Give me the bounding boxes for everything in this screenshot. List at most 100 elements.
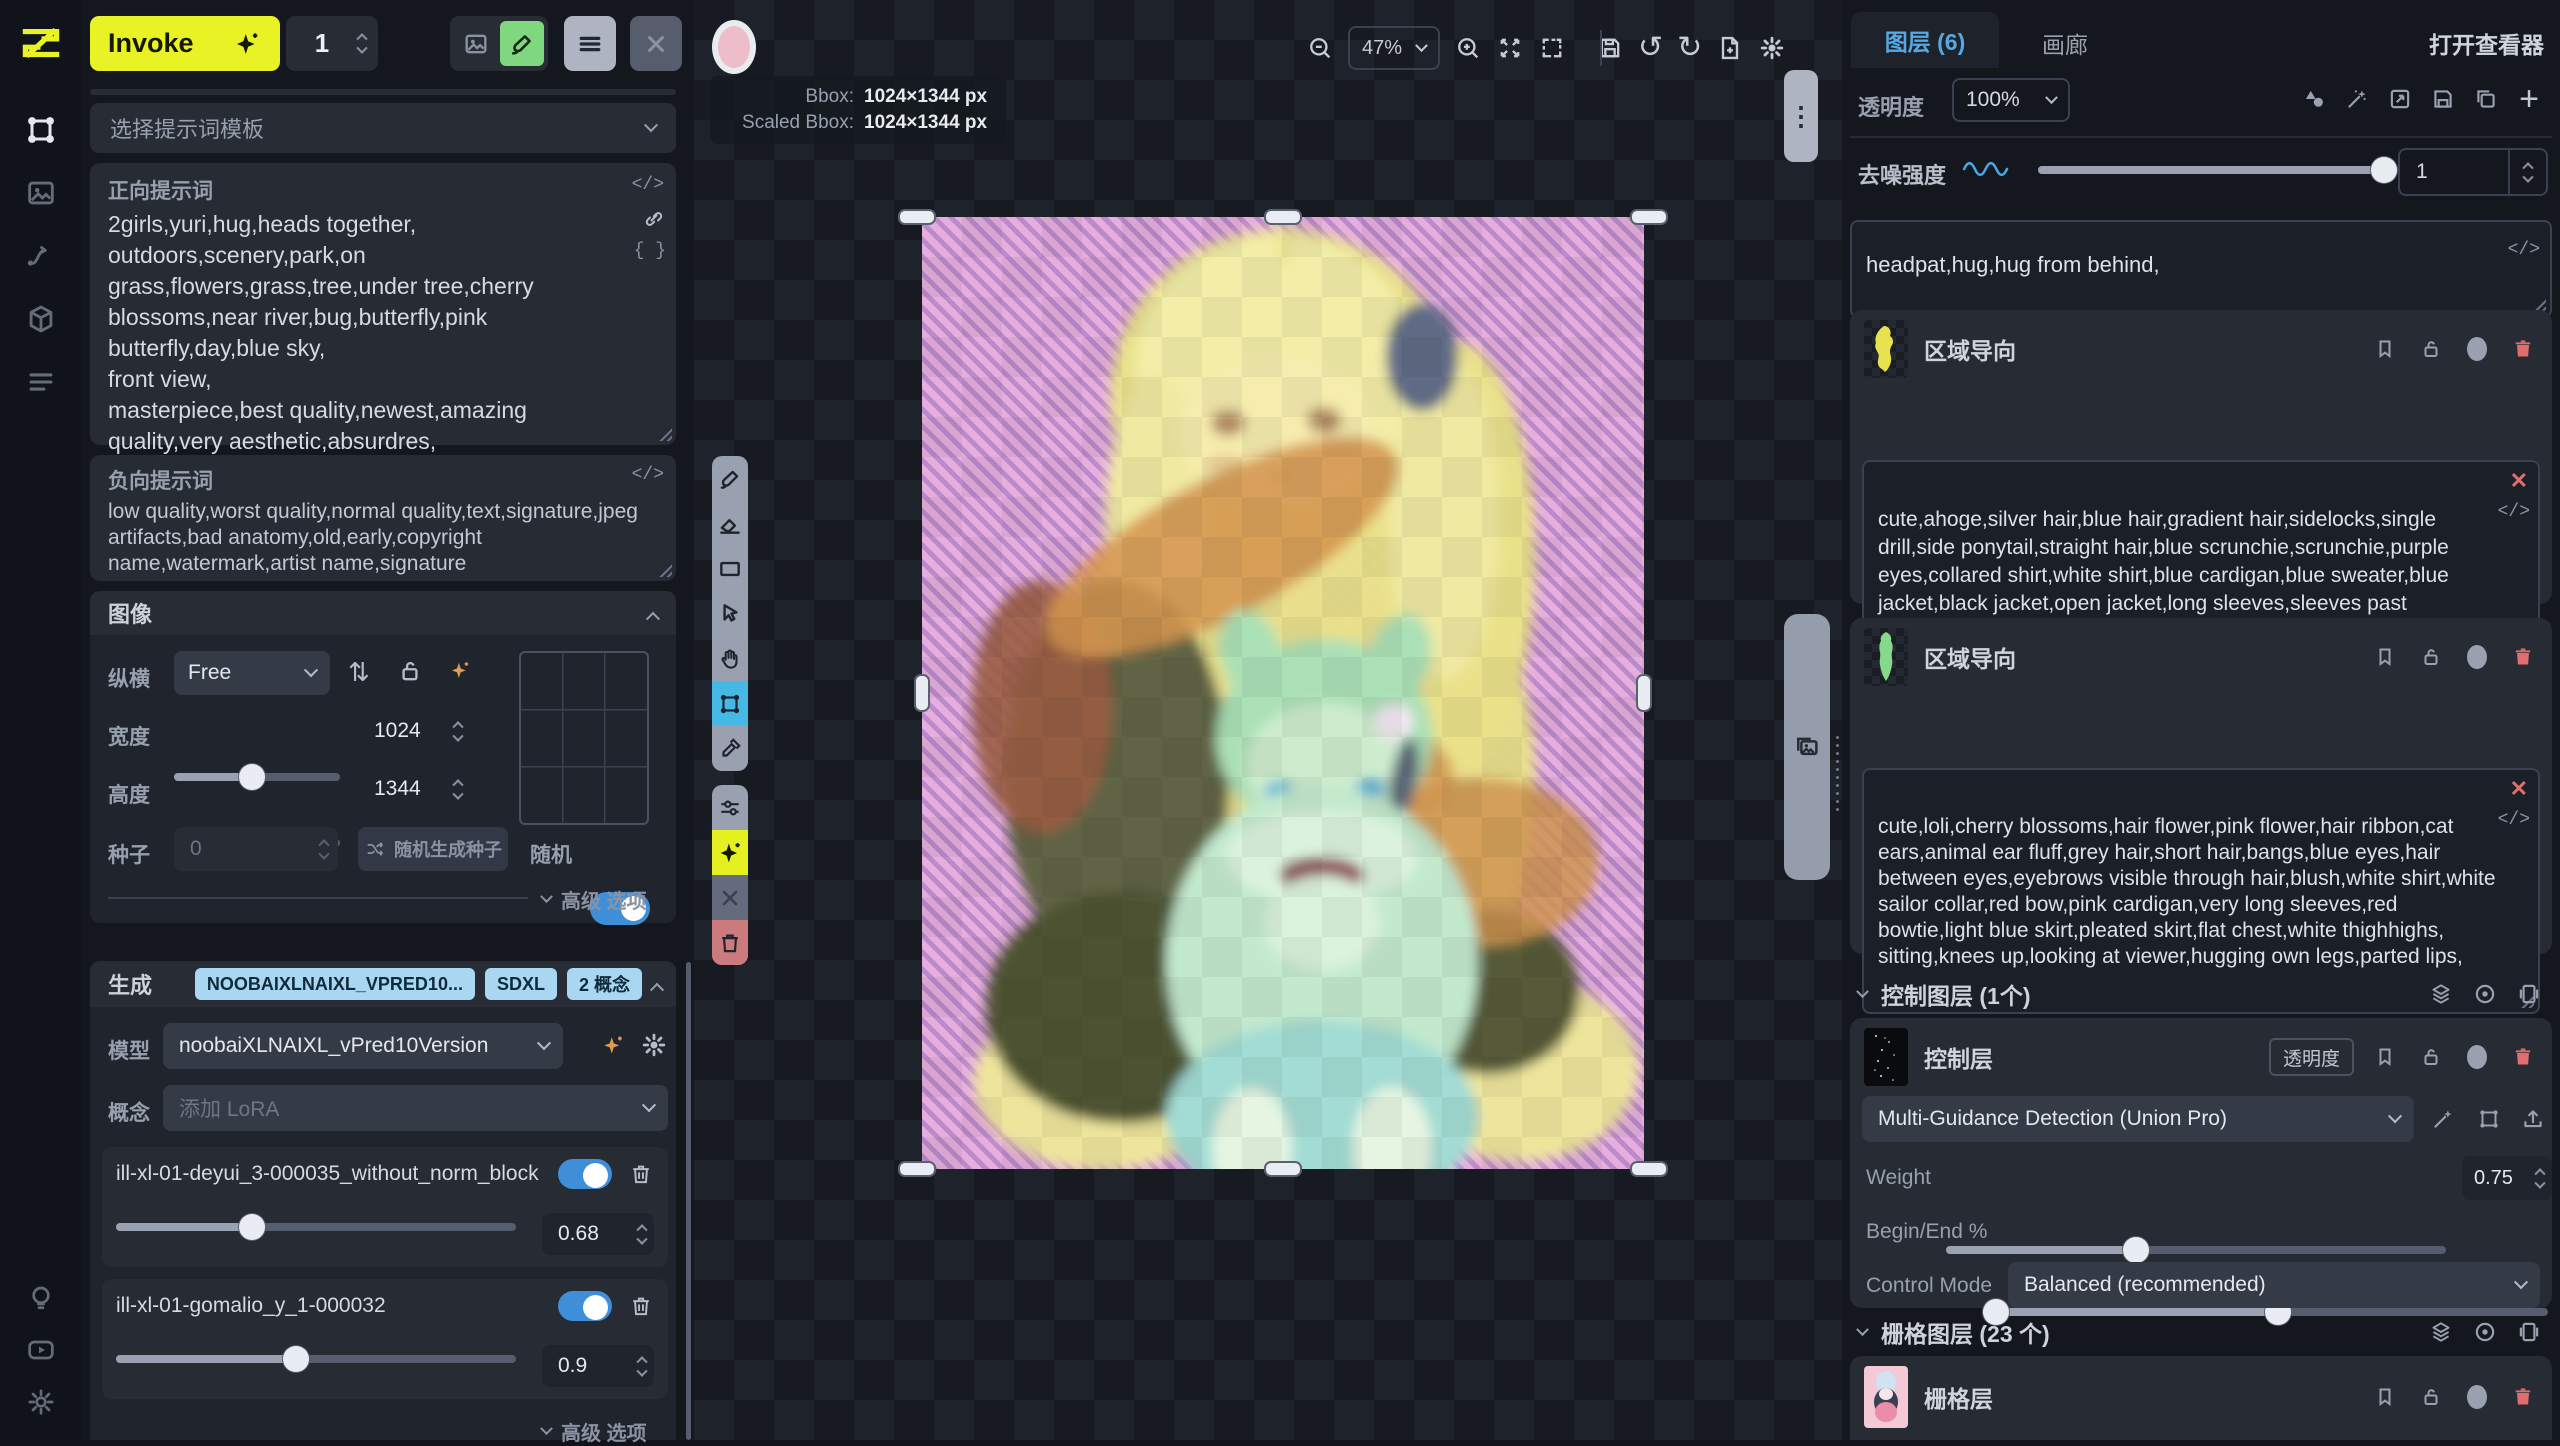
- zoom-in-icon[interactable]: [1454, 34, 1482, 62]
- aspect-select[interactable]: Free: [174, 651, 330, 695]
- resize-layer-icon[interactable]: [2385, 84, 2415, 114]
- queue-count-stepper[interactable]: [358, 32, 366, 55]
- code-icon[interactable]: </>: [632, 465, 664, 485]
- upload-icon[interactable]: [2518, 1104, 2548, 1134]
- delete-button[interactable]: [712, 920, 748, 965]
- image-advanced-options[interactable]: 高级 选项: [542, 885, 647, 914]
- opacity-badge[interactable]: 透明度: [2269, 1038, 2354, 1076]
- lora-select[interactable]: 添加 LoRA: [163, 1085, 668, 1131]
- eraser-tool[interactable]: [712, 501, 748, 546]
- layers-stack-icon[interactable]: [2426, 1317, 2456, 1347]
- bbox-handle-top-right[interactable]: [1630, 209, 1668, 225]
- brush-mode-button[interactable]: [500, 21, 544, 66]
- width-slider[interactable]: [174, 773, 340, 781]
- bookmark-icon[interactable]: [2370, 1382, 2400, 1412]
- layer-opacity-select[interactable]: 100%: [1952, 78, 2070, 122]
- close-panel-button[interactable]: [630, 16, 682, 71]
- raster-layers-header[interactable]: 栅格图层 (23 个): [1858, 1314, 2544, 1350]
- random-seed-button[interactable]: 随机生成种子: [358, 827, 508, 871]
- eye-icon[interactable]: [2470, 1317, 2500, 1347]
- nav-queue-icon[interactable]: [19, 360, 63, 404]
- trash-icon[interactable]: [2508, 642, 2538, 672]
- bbox-handle-top[interactable]: [1264, 209, 1302, 225]
- width-input[interactable]: 1024: [358, 709, 472, 753]
- denoise-stepper[interactable]: [2508, 150, 2546, 194]
- zoom-out-icon[interactable]: [1306, 34, 1334, 62]
- generation-section-header[interactable]: 生成 NOOBAIXLNAIXL_VPRED10... SDXL 2 概念: [90, 961, 676, 1007]
- nav-canvas[interactable]: [19, 108, 63, 152]
- panel-frame-icon[interactable]: [2514, 979, 2544, 1009]
- fit-view-icon[interactable]: [1496, 34, 1524, 62]
- opacity-blob-icon[interactable]: [2462, 334, 2492, 364]
- new-layer-icon[interactable]: [1716, 34, 1744, 62]
- canvas-area[interactable]: 47% ↺ ↻ Bbox: 1024×1344 px Sca: [694, 0, 1842, 1440]
- canvas-menu-button[interactable]: ⋮: [1784, 70, 1818, 162]
- lock-aspect-icon[interactable]: [396, 657, 424, 685]
- layer-thumbnail[interactable]: [1864, 1366, 1908, 1428]
- control-mode-select[interactable]: Balanced (recommended): [2008, 1262, 2540, 1308]
- lora-toggle[interactable]: [558, 1291, 612, 1321]
- tool-options[interactable]: [712, 785, 748, 830]
- seed-input[interactable]: 0: [174, 827, 338, 871]
- lora-weight-slider[interactable]: [116, 1355, 516, 1363]
- code-icon[interactable]: </>: [2498, 502, 2530, 522]
- trash-icon[interactable]: [2508, 1382, 2538, 1412]
- nav-models-icon[interactable]: [19, 297, 63, 341]
- generation-bbox[interactable]: [922, 217, 1644, 1169]
- eye-icon[interactable]: [2470, 979, 2500, 1009]
- lock-open-icon[interactable]: [2416, 642, 2446, 672]
- code-icon[interactable]: </>: [632, 175, 664, 195]
- open-viewer-button[interactable]: 打开查看器: [2429, 26, 2544, 60]
- lora-toggle[interactable]: [558, 1159, 612, 1189]
- lock-open-icon[interactable]: [2416, 334, 2446, 364]
- trash-icon[interactable]: [2508, 1042, 2538, 1072]
- model-sparkle-icon[interactable]: [598, 1031, 628, 1061]
- brush-tool[interactable]: [712, 456, 748, 501]
- bookmark-icon[interactable]: [2370, 642, 2400, 672]
- bookmark-icon[interactable]: [2370, 1042, 2400, 1072]
- menu-button[interactable]: [564, 16, 616, 71]
- video-icon[interactable]: [19, 1328, 63, 1372]
- queue-count-box[interactable]: 1: [286, 16, 378, 71]
- weight-slider[interactable]: [1946, 1246, 2446, 1254]
- layer-thumbnail[interactable]: [1864, 1028, 1908, 1086]
- code-icon[interactable]: </>: [2508, 240, 2540, 260]
- wand-icon[interactable]: [2428, 1104, 2458, 1134]
- denoise-input[interactable]: 1: [2398, 148, 2548, 196]
- remove-prompt-icon[interactable]: ✕: [2510, 776, 2528, 802]
- positive-prompt-box[interactable]: 正向提示词 2girls,yuri,hug,heads together, ou…: [90, 163, 676, 445]
- link-icon[interactable]: [642, 207, 666, 231]
- bbox-handle-bottom-left[interactable]: [898, 1161, 936, 1177]
- trash-icon[interactable]: [2508, 334, 2538, 364]
- undo-icon[interactable]: ↺: [1638, 34, 1663, 62]
- move-tool[interactable]: [712, 591, 748, 636]
- bbox-handle-right[interactable]: [1636, 674, 1652, 712]
- zoom-level-select[interactable]: 47%: [1348, 26, 1440, 70]
- layer-prompt-textarea[interactable]: headpat,hug,hug from behind, </>: [1850, 220, 2552, 318]
- bbox-handle-top-left[interactable]: [898, 209, 936, 225]
- lora-trash-icon[interactable]: [628, 1161, 654, 1187]
- pan-hand-tool[interactable]: [712, 636, 748, 681]
- negative-prompt-text[interactable]: low quality,worst quality,normal quality…: [108, 499, 638, 577]
- cancel-button[interactable]: [712, 875, 748, 920]
- optimize-size-icon[interactable]: [446, 657, 474, 685]
- color-swatch[interactable]: [712, 20, 756, 74]
- negative-prompt-box[interactable]: 负向提示词 low quality,worst quality,normal q…: [90, 455, 676, 581]
- color-picker-tool[interactable]: [712, 726, 748, 771]
- weight-input[interactable]: 0.75: [2462, 1156, 2552, 1200]
- lock-open-icon[interactable]: [2416, 1042, 2446, 1072]
- denoise-slider[interactable]: [2038, 166, 2384, 174]
- lora-weight-slider[interactable]: [116, 1223, 516, 1231]
- merge-shapes-icon[interactable]: [2299, 84, 2329, 114]
- positive-prompt-text[interactable]: 2girls,yuri,hug,heads together, outdoors…: [108, 209, 636, 457]
- redo-icon[interactable]: ↻: [1677, 34, 1702, 62]
- opacity-blob-icon[interactable]: [2462, 1382, 2492, 1412]
- tab-layers[interactable]: 图层 (6): [1851, 12, 1999, 68]
- bookmark-icon[interactable]: [2370, 334, 2400, 364]
- nav-workflows-icon[interactable]: [19, 234, 63, 278]
- control-model-select[interactable]: Multi-Guidance Detection (Union Pro): [1862, 1096, 2414, 1142]
- swap-dimensions-icon[interactable]: ⇅: [348, 657, 370, 688]
- lora-weight-input[interactable]: 0.68: [542, 1213, 654, 1255]
- nav-gallery-icon[interactable]: [19, 171, 63, 215]
- code-icon[interactable]: </>: [2498, 810, 2530, 830]
